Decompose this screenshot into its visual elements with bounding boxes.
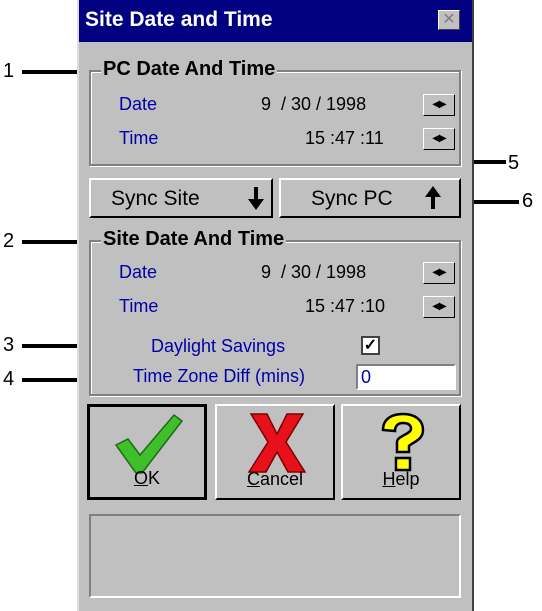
pc-date-time-group: PC Date And Time Date 9 / 30 / 1998 ◀▶ T…: [89, 58, 461, 166]
pc-time-spinner[interactable]: ◀▶: [423, 128, 455, 150]
sync-site-label: Sync Site: [111, 187, 200, 210]
spin-arrows-icon: ◀▶: [432, 267, 446, 278]
x-icon: [247, 413, 307, 473]
ok-button[interactable]: OK: [87, 404, 207, 500]
site-group-title: Site Date And Time: [101, 228, 287, 251]
spin-arrows-icon: ◀▶: [432, 99, 446, 110]
spin-arrows-icon: ◀▶: [432, 133, 446, 144]
check-icon: [114, 413, 184, 474]
site-time-label: Time: [119, 296, 159, 316]
site-date-time-dialog: Site Date and Time ✕ PC Date And Time Da…: [77, 0, 474, 611]
site-date-time-group: Site Date And Time Date 9 / 30 / 1998 ◀▶…: [89, 228, 461, 396]
callout-3: 3: [3, 334, 15, 356]
title-bar: Site Date and Time ✕: [79, 0, 472, 42]
callout-1: 1: [3, 60, 15, 82]
daylight-savings-label: Daylight Savings: [151, 336, 286, 356]
pc-date-label: Date: [119, 94, 158, 114]
status-panel: [89, 514, 461, 598]
site-date-spinner[interactable]: ◀▶: [423, 262, 455, 284]
close-icon: ✕: [442, 11, 456, 28]
sync-pc-button[interactable]: Sync PC: [279, 178, 461, 218]
ok-label: OK: [133, 468, 161, 488]
callout-4: 4: [3, 368, 15, 390]
window-title: Site Date and Time: [85, 8, 273, 31]
tz-diff-label: Time Zone Diff (mins): [133, 366, 306, 386]
site-time-value[interactable]: 15 :47 :10: [305, 296, 385, 317]
arrow-up-icon: [425, 186, 441, 209]
callout-2: 2: [3, 230, 15, 252]
pc-date-spinner[interactable]: ◀▶: [423, 94, 455, 116]
pc-date-value[interactable]: 9 / 30 / 1998: [261, 94, 366, 115]
close-button[interactable]: ✕: [438, 10, 460, 30]
tz-diff-input[interactable]: 0: [356, 364, 456, 390]
cancel-label: Cancel: [246, 469, 304, 489]
arrow-down-icon: [248, 187, 264, 210]
spin-arrows-icon: ◀▶: [432, 301, 446, 312]
cancel-button[interactable]: Cancel: [215, 404, 335, 500]
help-button[interactable]: Help: [341, 404, 461, 500]
site-date-label: Date: [119, 262, 158, 282]
callout-6: 6: [522, 190, 534, 212]
daylight-savings-checkbox[interactable]: ✓: [361, 336, 380, 355]
pc-time-label: Time: [119, 128, 159, 148]
question-icon: [381, 412, 425, 472]
checkmark-icon: ✓: [363, 337, 378, 354]
pc-group-title: PC Date And Time: [101, 58, 278, 81]
pc-time-value[interactable]: 15 :47 :11: [305, 128, 384, 149]
callout-5: 5: [508, 152, 520, 174]
sync-pc-label: Sync PC: [311, 187, 393, 210]
help-label: Help: [382, 469, 420, 489]
site-date-value[interactable]: 9 / 30 / 1998: [261, 262, 366, 283]
site-time-spinner[interactable]: ◀▶: [423, 296, 455, 318]
sync-site-button[interactable]: Sync Site: [89, 178, 273, 218]
